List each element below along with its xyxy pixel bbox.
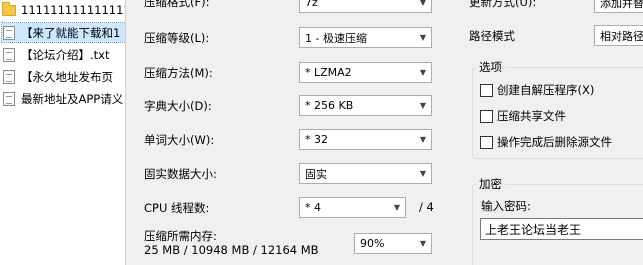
- share-label: 压缩共享文件: [497, 109, 566, 123]
- format-value: 7z: [305, 0, 318, 9]
- chevron-down-icon: ▼: [419, 33, 427, 42]
- memory-percent-select[interactable]: 90% ▼: [354, 233, 432, 254]
- encryption-title: 加密: [476, 176, 505, 192]
- memory-usage: 25 MB / 10948 MB / 12164 MB: [144, 243, 319, 257]
- share-option[interactable]: 压缩共享文件: [480, 108, 566, 124]
- chevron-down-icon: ▼: [419, 169, 427, 178]
- path-mode-label: 路径模式: [469, 29, 515, 43]
- document-icon: [2, 47, 16, 63]
- file-row[interactable]: 最新地址及APP请义: [2, 89, 125, 108]
- file-name: 1111111111111111: [21, 2, 125, 17]
- solid-select[interactable]: 固实 ▼: [299, 163, 432, 184]
- method-label: 压缩方法(M):: [144, 66, 213, 80]
- folder-icon: [2, 1, 16, 18]
- sfx-checkbox[interactable]: [480, 83, 493, 97]
- dict-label: 字典大小(D):: [144, 99, 212, 113]
- file-row[interactable]: 【论坛介绍】.txt: [2, 45, 125, 64]
- level-label: 压缩等级(L):: [144, 31, 210, 45]
- memory-label: 压缩所需内存:: [144, 229, 217, 243]
- file-name: 最新地址及APP请义: [21, 91, 124, 106]
- level-select[interactable]: 1 - 极速压缩 ▼: [299, 27, 432, 48]
- document-icon: [2, 69, 16, 85]
- share-checkbox[interactable]: [480, 109, 493, 123]
- chevron-down-icon: ▼: [393, 203, 401, 212]
- password-field[interactable]: 上老王论坛当老王: [480, 218, 643, 240]
- threads-select[interactable]: * 4 ▼: [299, 197, 406, 218]
- chevron-down-icon: ▼: [419, 0, 427, 7]
- file-name: 【论坛介绍】.txt: [21, 47, 110, 62]
- password-value: 上老王论坛当老王: [485, 222, 582, 237]
- method-select[interactable]: * LZMA2 ▼: [299, 62, 432, 83]
- format-select[interactable]: 7z ▼: [299, 0, 432, 13]
- method-value: * LZMA2: [305, 66, 352, 79]
- path-mode-value: 相对路径: [600, 29, 643, 43]
- update-label: 更新方式(U):: [469, 0, 537, 9]
- file-name: 【来了就能下载和1: [21, 25, 121, 40]
- delete-source-option[interactable]: 操作完成后删除源文件: [480, 134, 612, 150]
- dict-value: * 256 KB: [305, 99, 354, 112]
- level-value: 1 - 极速压缩: [305, 31, 367, 45]
- document-icon: [2, 25, 16, 41]
- file-row-selected[interactable]: 【来了就能下载和1: [1, 22, 125, 43]
- path-mode-select[interactable]: 相对路径: [594, 25, 643, 46]
- update-value: 添加并替: [600, 0, 643, 10]
- chevron-down-icon: ▼: [419, 68, 427, 77]
- delete-source-checkbox[interactable]: [480, 135, 493, 149]
- file-name: 【永久地址发布页: [21, 69, 113, 84]
- sfx-label: 创建自解压程序(X): [497, 83, 595, 97]
- sfx-option[interactable]: 创建自解压程序(X): [480, 82, 594, 98]
- dict-select[interactable]: * 256 KB ▼: [299, 95, 432, 116]
- update-select[interactable]: 添加并替: [594, 0, 643, 13]
- memory-percent-value: 90%: [360, 237, 385, 250]
- word-label: 单词大小(W):: [144, 133, 215, 147]
- file-row-folder[interactable]: 1111111111111111: [2, 0, 125, 19]
- file-row[interactable]: 【永久地址发布页: [2, 67, 125, 86]
- format-label: 压缩格式(F):: [144, 0, 210, 9]
- word-select[interactable]: * 32 ▼: [299, 129, 432, 150]
- threads-value: * 4: [305, 201, 321, 214]
- threads-total: / 4: [419, 200, 434, 214]
- chevron-down-icon: ▼: [419, 239, 427, 248]
- document-icon: [2, 91, 16, 107]
- solid-value: 固实: [305, 167, 327, 181]
- word-value: * 32: [305, 133, 328, 146]
- solid-label: 固实数据大小:: [144, 167, 217, 181]
- threads-label: CPU 线程数:: [144, 201, 210, 215]
- delete-source-label: 操作完成后删除源文件: [497, 135, 612, 149]
- options-title: 选项: [476, 59, 505, 75]
- chevron-down-icon: ▼: [419, 101, 427, 110]
- file-list: 1111111111111111 【来了就能下载和1 【论坛介绍】.txt 【永…: [0, 0, 126, 265]
- chevron-down-icon: ▼: [419, 135, 427, 144]
- password-label: 输入密码:: [481, 199, 531, 213]
